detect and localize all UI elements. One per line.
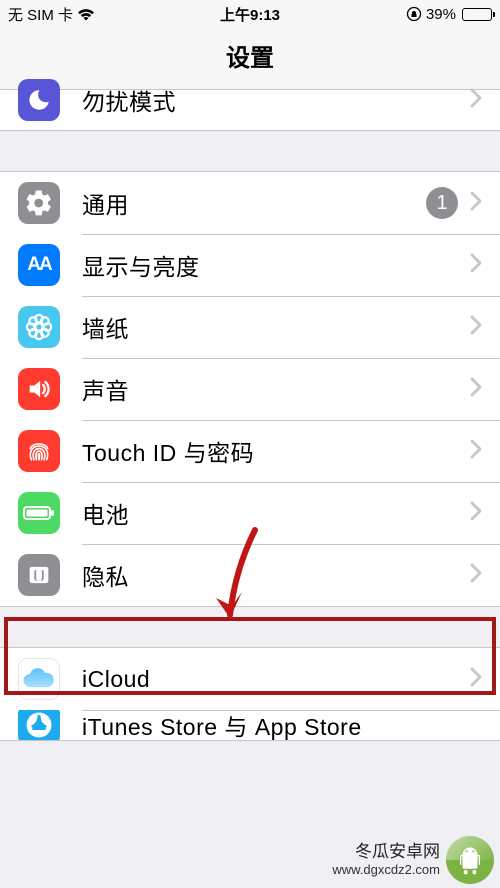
chevron-right-icon — [470, 253, 482, 278]
chevron-right-icon — [470, 315, 482, 340]
row-dnd[interactable]: 勿扰模式 — [0, 90, 500, 130]
touchid-icon — [18, 430, 60, 472]
display-brightness-icon: AA — [18, 244, 60, 286]
app-store-icon — [18, 710, 60, 740]
row-battery[interactable]: 电池 — [0, 482, 500, 544]
row-label: Touch ID 与密码 — [82, 434, 470, 468]
row-label: 电池 — [82, 496, 470, 530]
sound-icon — [18, 368, 60, 410]
wifi-icon — [77, 8, 95, 21]
row-label: 通用 — [82, 186, 426, 220]
row-icloud[interactable]: iCloud — [0, 648, 500, 710]
orientation-lock-icon — [406, 6, 422, 22]
wallpaper-icon — [18, 306, 60, 348]
do-not-disturb-icon — [18, 79, 60, 121]
settings-group-partial-top: 勿扰模式 — [0, 90, 500, 131]
watermark-badge-icon — [446, 836, 494, 884]
carrier-text: 无 SIM 卡 — [8, 4, 73, 25]
row-appstore[interactable]: iTunes Store 与 App Store — [0, 710, 500, 740]
status-time: 上午9:13 — [220, 4, 280, 25]
icloud-icon — [18, 658, 60, 700]
row-wallpaper[interactable]: 墙纸 — [0, 296, 500, 358]
row-label: 隐私 — [82, 558, 470, 592]
battery-percent: 39% — [426, 6, 456, 23]
chevron-right-icon — [470, 88, 482, 113]
watermark-url: www.dgxcdz2.com — [332, 862, 440, 878]
watermark: 冬瓜安卓网 www.dgxcdz2.com — [332, 836, 494, 884]
row-display[interactable]: AA 显示与亮度 — [0, 234, 500, 296]
chevron-right-icon — [470, 501, 482, 526]
row-touchid[interactable]: Touch ID 与密码 — [0, 420, 500, 482]
chevron-right-icon — [470, 377, 482, 402]
status-left: 无 SIM 卡 — [8, 4, 95, 25]
row-label: 显示与亮度 — [82, 248, 470, 282]
privacy-icon — [18, 554, 60, 596]
page-title: 设置 — [0, 28, 500, 90]
row-label: iTunes Store 与 App Store — [82, 710, 482, 740]
chevron-right-icon — [470, 667, 482, 692]
chevron-right-icon — [470, 563, 482, 588]
row-label: 声音 — [82, 372, 470, 406]
row-label: iCloud — [82, 666, 470, 693]
battery-icon — [462, 8, 492, 21]
settings-group-main: 通用 1 AA 显示与亮度 墙纸 声音 — [0, 171, 500, 607]
watermark-name: 冬瓜安卓网 — [332, 842, 440, 862]
general-icon — [18, 182, 60, 224]
chevron-right-icon — [470, 439, 482, 464]
chevron-right-icon — [470, 191, 482, 216]
row-general[interactable]: 通用 1 — [0, 172, 500, 234]
settings-group-account: iCloud iTunes Store 与 App Store — [0, 647, 500, 741]
notification-badge: 1 — [426, 187, 458, 219]
status-bar: 无 SIM 卡 上午9:13 39% — [0, 0, 500, 28]
status-right: 39% — [406, 6, 492, 23]
row-label: 墙纸 — [82, 310, 470, 344]
battery-settings-icon — [18, 492, 60, 534]
row-privacy[interactable]: 隐私 — [0, 544, 500, 606]
row-sound[interactable]: 声音 — [0, 358, 500, 420]
row-label: 勿扰模式 — [82, 83, 470, 117]
